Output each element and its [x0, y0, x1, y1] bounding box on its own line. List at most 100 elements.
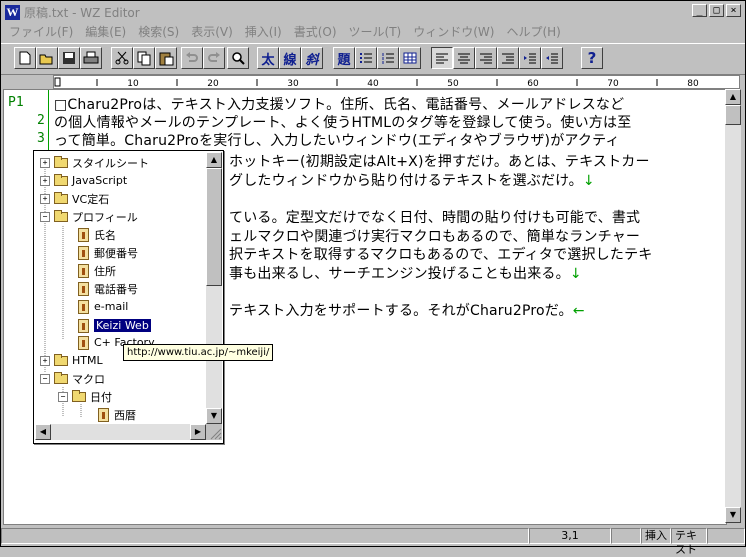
bullet-list-icon[interactable] [355, 47, 377, 69]
menu-format[interactable]: 書式(O) [288, 23, 343, 40]
tree-item-label: スタイルシート [72, 156, 149, 170]
tree-item[interactable]: 西暦 [98, 406, 136, 423]
align-left-icon[interactable] [431, 47, 453, 69]
tree-item-label: 住所 [94, 264, 116, 278]
eof-mark: ← [572, 303, 585, 319]
tree-item-label: 電話番号 [94, 282, 138, 296]
app-icon[interactable]: W [5, 4, 20, 20]
insert-mode: 挿入 [641, 528, 671, 544]
new-icon[interactable] [14, 47, 36, 69]
tree-item-folder[interactable]: + JavaScript [40, 172, 127, 189]
undo-icon[interactable] [181, 47, 203, 69]
tree-item-label: VC定石 [72, 192, 110, 206]
indent-list-icon[interactable] [497, 47, 519, 69]
menu-insert[interactable]: 挿入(I) [239, 23, 288, 40]
status-blank [611, 528, 641, 544]
align-right-icon[interactable] [475, 47, 497, 69]
open-folder-icon [72, 389, 86, 402]
text-line: って簡単。Charu2Proを実行し、入力したいウィンドウ(エディタやブラウザ)… [54, 133, 620, 149]
close-button[interactable]: × [726, 4, 741, 17]
folder-icon [54, 353, 68, 366]
tree-item[interactable]: e-mail [78, 298, 128, 315]
menu-view[interactable]: 表示(V) [185, 23, 239, 40]
tree-item-folder[interactable]: − 日付 [58, 388, 112, 405]
tree-item-folder[interactable]: + VC定石 [40, 190, 109, 207]
print-icon[interactable] [80, 47, 102, 69]
maximize-button[interactable]: □ [709, 4, 724, 17]
tree-item-label: 郵便番号 [94, 246, 138, 260]
scroll-up-button[interactable]: ▲ [725, 89, 741, 105]
cursor-position: 3,1 [529, 528, 611, 544]
cut-icon[interactable] [111, 47, 133, 69]
snippet-tree-popup[interactable]: + スタイルシート + JavaScript + VC定石 − プロフィール 氏名 郵便… [33, 150, 224, 444]
underline-button[interactable]: 線 [279, 47, 301, 69]
snippet-icon [78, 299, 89, 314]
text-line: グしたウィンドウから貼り付けるテキストを選ぶだけ。↓ [229, 173, 595, 189]
table-icon[interactable] [399, 47, 421, 69]
open-icon[interactable] [36, 47, 58, 69]
menu-help[interactable]: ヘルプ(H) [500, 23, 566, 40]
collapse-icon[interactable]: − [40, 373, 50, 384]
heading-button[interactable]: 題 [333, 47, 355, 69]
menu-edit[interactable]: 編集(E) [79, 23, 132, 40]
tree-scroll-down-button[interactable]: ▼ [206, 408, 222, 424]
tree-item-label: 氏名 [94, 228, 116, 242]
expand-icon[interactable]: + [40, 175, 50, 186]
menu-window[interactable]: ウィンドウ(W) [407, 23, 500, 40]
tree-item-folder[interactable]: + HTML [40, 352, 103, 369]
collapse-icon[interactable]: − [40, 211, 50, 222]
scroll-down-button[interactable]: ▼ [725, 507, 741, 523]
save-icon[interactable] [58, 47, 80, 69]
status-bar: 3,1 挿入 テキスト [1, 527, 745, 556]
paste-icon[interactable] [155, 47, 177, 69]
ruler[interactable]: 10 20 30 40 50 60 70 80 [53, 75, 740, 89]
expand-icon[interactable]: + [40, 355, 50, 366]
toolbar: 太 線 斜 題 ? [1, 43, 745, 75]
ruler-cursor-marker [54, 77, 61, 87]
align-center-icon[interactable] [453, 47, 475, 69]
tree-item[interactable]: 電話番号 [78, 280, 138, 297]
tree-scroll-up-button[interactable]: ▲ [206, 152, 222, 168]
indent-icon[interactable] [519, 47, 541, 69]
snippet-icon [78, 281, 89, 296]
menu-file[interactable]: ファイル(F) [3, 23, 79, 40]
tree-item-folder[interactable]: − プロフィール [40, 208, 138, 225]
menu-search[interactable]: 検索(S) [132, 23, 185, 40]
numbered-list-icon[interactable] [377, 47, 399, 69]
snippet-icon [78, 263, 89, 278]
text-line: テキスト入力をサポートする。それがCharu2Proだ。← [229, 303, 585, 319]
vertical-scrollbar[interactable]: ▲ ▼ [725, 89, 741, 523]
bold-button[interactable]: 太 [257, 47, 279, 69]
ruler-label: 70 [607, 79, 619, 88]
redo-icon[interactable] [203, 47, 225, 69]
tree-item-selected[interactable]: Keizi Web [78, 317, 151, 334]
tree-horizontal-scrollbar[interactable]: ◀ ▶ [35, 424, 206, 440]
tree-item[interactable]: 住所 [78, 262, 116, 279]
minimize-button[interactable]: _ [692, 4, 707, 17]
ruler-label: 60 [527, 79, 539, 88]
ruler-label: 30 [287, 79, 299, 88]
copy-icon[interactable] [133, 47, 155, 69]
resize-grip-icon[interactable] [206, 424, 222, 440]
tree-scroll-right-button[interactable]: ▶ [190, 424, 206, 440]
tree-item-folder[interactable]: − マクロ [40, 370, 105, 387]
menu-tools[interactable]: ツール(T) [343, 23, 408, 40]
tree-item-folder[interactable]: + スタイルシート [40, 154, 149, 171]
tree-vertical-scrollbar[interactable]: ▲ ▼ [206, 152, 222, 424]
tree-item[interactable]: 郵便番号 [78, 244, 138, 261]
collapse-icon[interactable]: − [58, 391, 68, 402]
help-button[interactable]: ? [581, 47, 603, 69]
tree-scroll-left-button[interactable]: ◀ [35, 424, 51, 440]
ruler-label: 10 [127, 79, 139, 88]
tree-item-label: 日付 [90, 390, 112, 404]
outdent-icon[interactable] [541, 47, 563, 69]
ruler-label: 80 [687, 79, 699, 88]
title-bar[interactable]: W 原稿.txt - WZ Editor _ □ × [3, 3, 743, 21]
italic-button[interactable]: 斜 [301, 47, 323, 69]
expand-icon[interactable]: + [40, 157, 50, 168]
scroll-thumb[interactable] [725, 105, 741, 125]
tree-scroll-thumb[interactable] [206, 168, 222, 286]
tree-item[interactable]: 氏名 [78, 226, 116, 243]
expand-icon[interactable]: + [40, 193, 50, 204]
find-icon[interactable] [227, 47, 249, 69]
